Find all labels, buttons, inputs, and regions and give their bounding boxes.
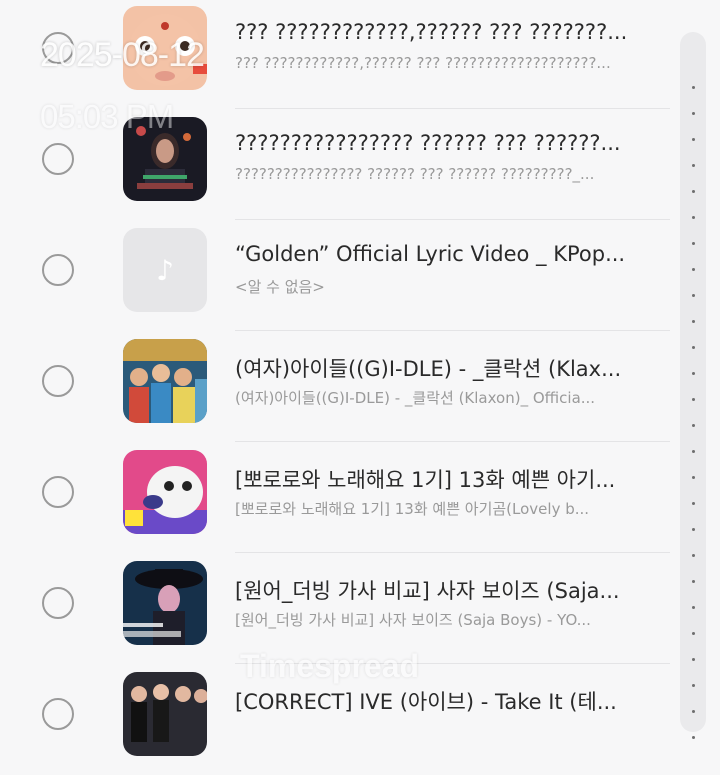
list-item[interactable]: ♪ “Golden” Official Lyric Video _ KPop..…: [0, 220, 680, 331]
item-title: [원어_더빙 가사 비교] 사자 보이즈 (Saja...: [235, 579, 620, 603]
scroll-index-dot: [692, 554, 695, 557]
item-subtitle: ??? ????????????,?????? ??? ????????????…: [235, 54, 611, 72]
scroll-index-dot: [692, 138, 695, 141]
item-subtitle: <알 수 없음>: [235, 278, 325, 296]
select-radio[interactable]: [42, 698, 74, 730]
list-item[interactable]: [뽀로로와 노래해요 1기] 13화 예쁜 아기... [뽀로로와 노래해요 1…: [0, 442, 680, 553]
scroll-index-dot: [692, 242, 695, 245]
scroll-index-dot: [692, 190, 695, 193]
scroll-index-dot: [692, 580, 695, 583]
item-title: [뽀로로와 노래해요 1기] 13화 예쁜 아기...: [235, 468, 616, 492]
scroll-index-dot: [692, 632, 695, 635]
timestamp-time: 05:03 PM: [40, 98, 174, 135]
scroll-index-dot: [692, 268, 695, 271]
item-title: ???????????????? ?????? ??? ??????...: [235, 131, 621, 155]
timestamp-date: 2025-08-12: [40, 36, 205, 74]
scroll-index-dot: [692, 450, 695, 453]
item-title: [CORRECT] IVE (아이브) - Take It (테...: [235, 690, 617, 714]
scroll-index-dot: [692, 424, 695, 427]
scroll-index-dot: [692, 398, 695, 401]
item-title: ??? ????????????,?????? ??? ???????...: [235, 20, 628, 44]
scroll-index-dot: [692, 346, 695, 349]
scroll-index-dot: [692, 112, 695, 115]
select-radio[interactable]: [42, 476, 74, 508]
thumbnail: [123, 672, 207, 756]
scroll-index-dot: [692, 164, 695, 167]
watermark-label: Timespread: [240, 648, 420, 684]
scroll-index-dot: [692, 476, 695, 479]
thumbnail: [123, 561, 207, 645]
scroll-index-dot: [692, 502, 695, 505]
item-subtitle: [뽀로로와 노래해요 1기] 13화 예쁜 아기곰(Lovely b...: [235, 500, 590, 518]
select-radio[interactable]: [42, 587, 74, 619]
item-title: “Golden” Official Lyric Video _ KPop...: [235, 242, 626, 266]
scroll-index-dot: [692, 658, 695, 661]
item-subtitle: (여자)아이들((G)I-DLE) - _클락션 (Klaxon)_ Offic…: [235, 389, 596, 407]
scroll-index-dot: [692, 606, 695, 609]
music-note-icon: ♪: [156, 253, 174, 287]
scroll-index-dot: [692, 684, 695, 687]
select-radio[interactable]: [42, 143, 74, 175]
select-radio[interactable]: [42, 365, 74, 397]
select-radio[interactable]: [42, 254, 74, 286]
fast-scroll-bar[interactable]: [680, 32, 706, 739]
thumbnail: [123, 450, 207, 534]
scroll-index-dot: [692, 736, 695, 739]
scroll-index-dot: [692, 528, 695, 531]
scroll-index-dot: [692, 372, 695, 375]
scroll-index-dot: [692, 710, 695, 713]
scroll-index-dot: [692, 294, 695, 297]
list-item[interactable]: (여자)아이들((G)I-DLE) - _클락션 (Klax... (여자)아이…: [0, 331, 680, 442]
item-title: (여자)아이들((G)I-DLE) - _클락션 (Klax...: [235, 357, 622, 381]
thumbnail: ♪: [123, 228, 207, 312]
item-subtitle: [원어_더빙 가사 비교] 사자 보이즈 (Saja Boys) - YO...: [235, 611, 591, 629]
scroll-index-dot: [692, 320, 695, 323]
item-subtitle: ???????????????? ?????? ??? ?????? ?????…: [235, 165, 595, 183]
thumbnail: [123, 339, 207, 423]
scroll-index-dot: [692, 216, 695, 219]
scroll-index-dot: [692, 86, 695, 89]
